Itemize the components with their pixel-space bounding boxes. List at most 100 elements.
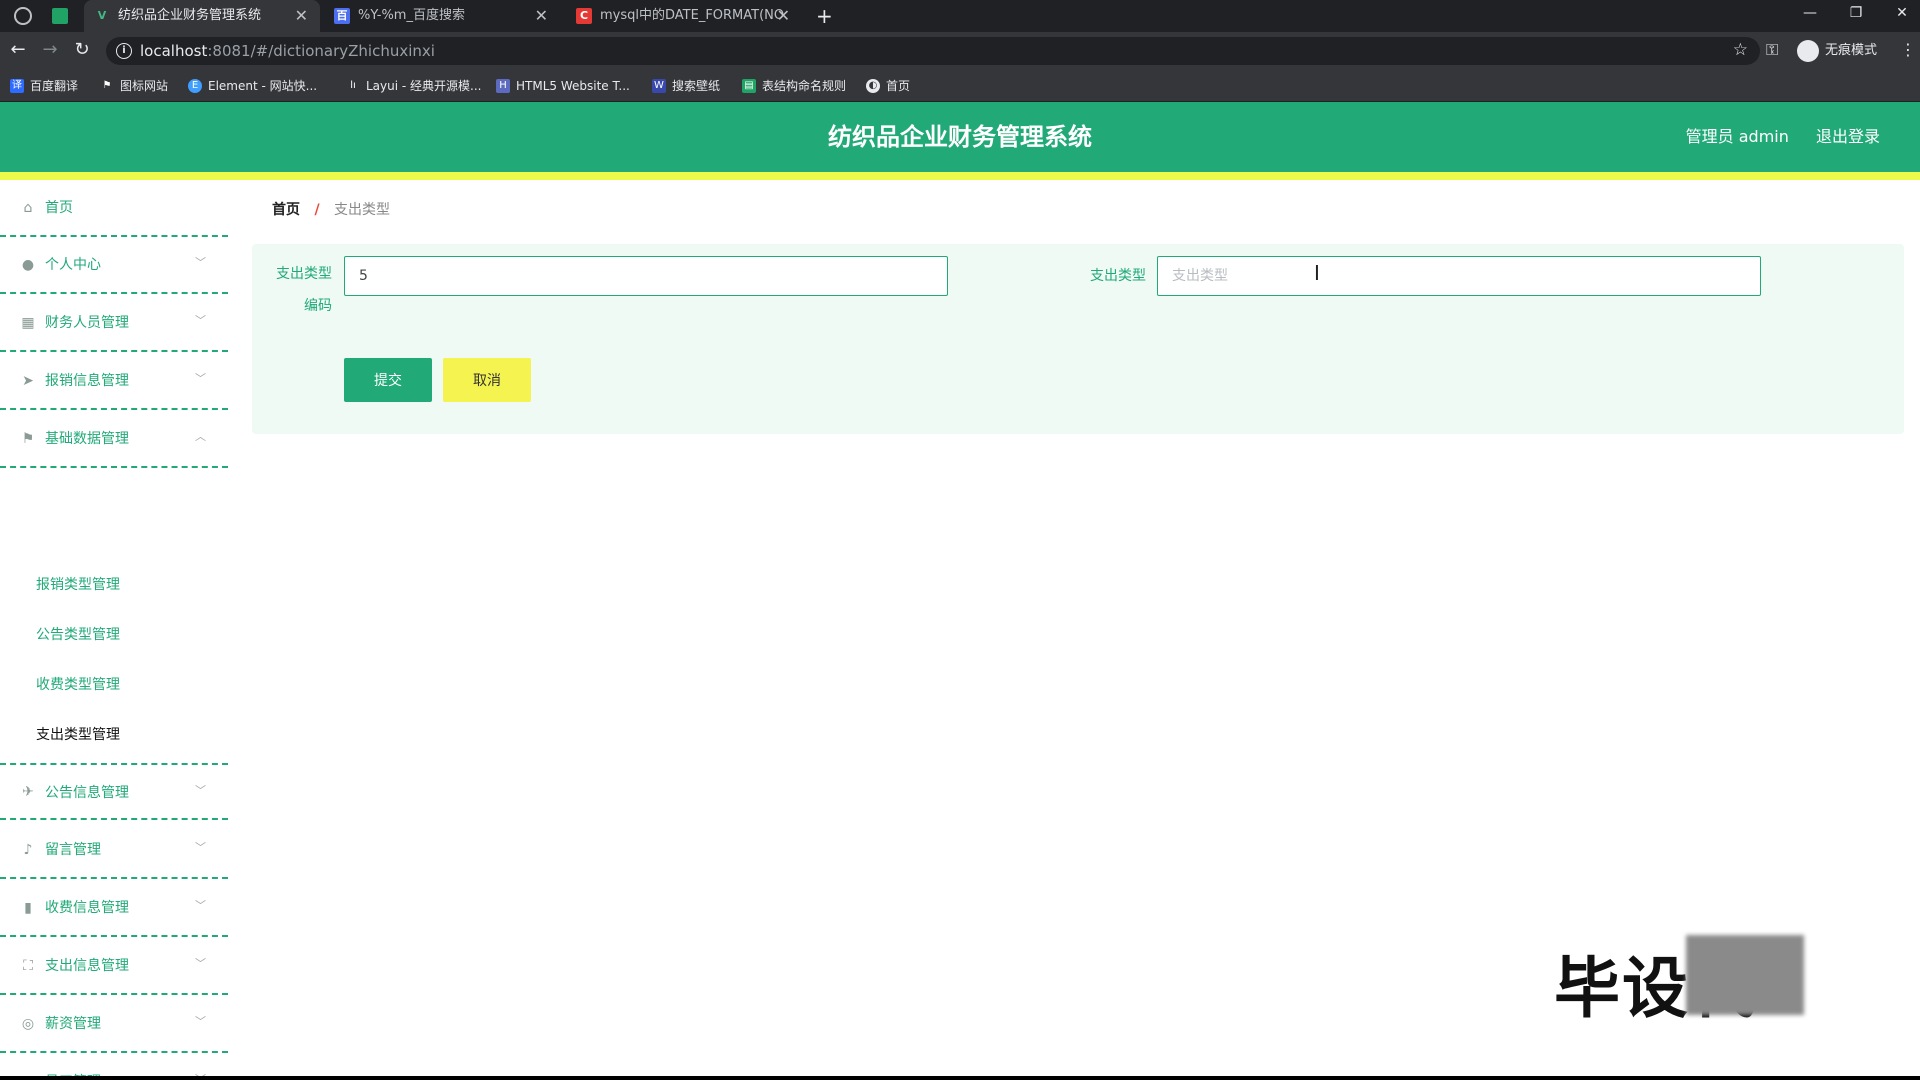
- chevron-down-icon: ﹀: [195, 1015, 206, 1028]
- text-cursor-icon: I: [1314, 261, 1320, 285]
- breadcrumb: 首页 / 支出类型: [252, 188, 1904, 232]
- csdn-icon: C: [576, 8, 592, 24]
- bookmark-html5[interactable]: H HTML5 Website T...: [496, 70, 630, 102]
- url-bar[interactable]: i localhost:8081/#/dictionaryZhichuxinxi…: [106, 37, 1760, 65]
- bookmark-baidu-translate[interactable]: 译百度翻译: [10, 70, 78, 102]
- new-tab-icon[interactable]: +: [816, 0, 833, 32]
- app-title: 纺织品企业财务管理系统: [828, 123, 1092, 151]
- tab-mysql[interactable]: C mysql中的DATE_FORMAT(NO ✕: [566, 0, 802, 32]
- chevron-down-icon: ﹀: [195, 314, 206, 327]
- submenu-notice-type[interactable]: 公告类型管理: [36, 625, 120, 645]
- sidebar: ⌂ 首页 ● 个人中心 ﹀ ▦ 财务人员管理 ﹀ ➤ 报销信息管理 ﹀ ⚑ 基础…: [0, 180, 228, 1076]
- sidebar-item-reimbursement[interactable]: ➤ 报销信息管理 ﹀: [0, 353, 228, 410]
- bookmark-wallpaper[interactable]: W 搜索壁纸: [652, 70, 720, 102]
- user-icon: ●: [21, 256, 35, 273]
- breadcrumb-home[interactable]: 首页: [272, 202, 300, 218]
- restore-icon[interactable]: ❐: [1836, 0, 1876, 28]
- blurred-region: [1686, 935, 1804, 1015]
- globe-icon: ◐: [866, 79, 880, 93]
- close-window-icon[interactable]: ✕: [1882, 0, 1920, 28]
- sidebar-item-personal-center[interactable]: ● 个人中心 ﹀: [0, 237, 228, 294]
- paper-plane-icon: ✈: [22, 783, 34, 800]
- bookmarks-bar: 译百度翻译 ⚑ 图标网站 E Element - 网站快... lı Layui - …: [0, 70, 1920, 102]
- url-path: :8081/#/dictionaryZhichuxinxi: [207, 42, 435, 60]
- submenu-reimbursement-type[interactable]: 报销类型管理: [36, 575, 120, 595]
- app-tab-icon[interactable]: [52, 8, 68, 24]
- chevron-down-icon: ﹀: [195, 784, 206, 797]
- info-icon[interactable]: i: [116, 43, 132, 59]
- sidebar-item-home[interactable]: ⌂ 首页: [0, 180, 228, 237]
- key-icon[interactable]: ⚿: [1766, 40, 1778, 60]
- sidebar-item-finance-staff[interactable]: ▦ 财务人员管理 ﹀: [0, 295, 228, 352]
- vue-icon: V: [97, 9, 107, 22]
- forward-icon[interactable]: →: [40, 40, 60, 60]
- minimize-icon[interactable]: —: [1790, 0, 1830, 28]
- element-icon: E: [188, 79, 202, 93]
- bookmark-layui[interactable]: lı Layui - 经典开源模...: [346, 70, 481, 102]
- chevron-down-icon: ﹀: [195, 841, 206, 854]
- submenu-fee-type[interactable]: 收费类型管理: [36, 675, 120, 695]
- flag-icon: ⚑: [21, 430, 35, 447]
- header-user-area: 管理员 admin 退出登录: [1664, 102, 1880, 172]
- tab-baidu-search[interactable]: 百 %Y-%m_百度搜索 ✕: [324, 0, 560, 32]
- back-icon[interactable]: ←: [8, 40, 28, 60]
- sidebar-item-fee-info[interactable]: ▮ 收费信息管理 ﹀: [0, 880, 228, 937]
- grid-icon: ▦: [21, 314, 35, 331]
- chevron-down-icon: ﹀: [195, 957, 206, 970]
- close-tab-icon[interactable]: ✕: [535, 0, 548, 32]
- bookmark-element[interactable]: E Element - 网站快...: [188, 70, 317, 102]
- current-user: 管理员 admin: [1685, 127, 1789, 146]
- send-icon: ➤: [22, 372, 34, 389]
- wallpaper-icon: W: [652, 79, 666, 93]
- coin-icon: ◎: [21, 1015, 35, 1032]
- chart-icon: ▮: [24, 899, 32, 916]
- expense-type-code-input[interactable]: [344, 256, 948, 296]
- fullscreen-icon: ⛶: [23, 957, 33, 974]
- breadcrumb-current: 支出类型: [334, 202, 391, 218]
- submit-button[interactable]: 提交: [344, 358, 432, 402]
- name-field-label: 支出类型: [1090, 268, 1146, 284]
- browser-menu-icon[interactable]: [14, 7, 32, 25]
- bookmark-naming-rules[interactable]: ▤ 表结构命名规则: [742, 70, 846, 102]
- html5-icon: H: [496, 79, 510, 93]
- sidebar-item-basic-data[interactable]: ⚑ 基础数据管理 ︿: [0, 411, 228, 468]
- bookmark-home[interactable]: ◐ 首页: [866, 70, 910, 102]
- microphone-icon: ♪: [23, 841, 33, 858]
- browser-more-icon[interactable]: ⋮: [1900, 40, 1916, 60]
- code-field-label: 支出类型 编码: [276, 266, 332, 314]
- url-host: localhost: [140, 42, 208, 60]
- submenu-expense-type[interactable]: 支出类型管理: [36, 725, 120, 745]
- cancel-button[interactable]: 取消: [443, 358, 531, 402]
- sidebar-item-notice-info[interactable]: ✈ 公告信息管理 ﹀: [0, 763, 228, 820]
- close-tab-icon[interactable]: ✕: [295, 0, 308, 32]
- chevron-up-icon: ︿: [195, 430, 206, 443]
- sidebar-item-salary[interactable]: ◎ 薪资管理 ﹀: [0, 996, 228, 1053]
- logout-link[interactable]: 退出登录: [1816, 127, 1880, 146]
- tab-finance-system[interactable]: V 纺织品企业财务管理系统 ✕: [84, 0, 320, 32]
- expense-type-name-input[interactable]: [1157, 256, 1761, 296]
- bookmark-star-icon[interactable]: ☆: [1733, 40, 1748, 60]
- close-tab-icon[interactable]: ✕: [777, 0, 790, 32]
- home-icon: ⌂: [23, 199, 33, 216]
- incognito-label: 无痕模式: [1825, 43, 1878, 58]
- chevron-down-icon: ﹀: [195, 372, 206, 385]
- breadcrumb-separator: /: [314, 202, 320, 218]
- address-bar-row: ← → ↻ i localhost:8081/#/dictionaryZhich…: [0, 32, 1920, 70]
- browser-tab-bar: V 纺织品企业财务管理系统 ✕ 百 %Y-%m_百度搜索 ✕ C mysql中的…: [0, 0, 1920, 32]
- layui-icon: lı: [350, 80, 356, 91]
- incognito-icon[interactable]: [1797, 40, 1819, 62]
- translate-icon: 译: [10, 79, 24, 93]
- app-root: 纺织品企业财务管理系统 管理员 admin 退出登录 ⌂ 首页 ● 个人中心 ﹀…: [0, 102, 1920, 1076]
- expense-type-form: 支出类型 编码 支出类型 提交 取消: [252, 244, 1904, 434]
- bookmark-icon-site[interactable]: ⚑ 图标网站: [100, 70, 169, 102]
- header-accent-bar: [0, 172, 1920, 180]
- sidebar-item-messages[interactable]: ♪ 留言管理 ﹀: [0, 822, 228, 879]
- sidebar-item-employees[interactable]: ▬ 员工管理 ﹀: [0, 1054, 228, 1076]
- chevron-down-icon: ﹀: [195, 256, 206, 269]
- reload-icon[interactable]: ↻: [72, 40, 92, 60]
- chevron-down-icon: ﹀: [195, 899, 206, 912]
- app-header: 纺织品企业财务管理系统 管理员 admin 退出登录: [0, 102, 1920, 172]
- sidebar-item-expense-info[interactable]: ⛶ 支出信息管理 ﹀: [0, 938, 228, 995]
- chevron-down-icon: ﹀: [195, 1054, 206, 1076]
- baidu-icon: 百: [334, 8, 350, 24]
